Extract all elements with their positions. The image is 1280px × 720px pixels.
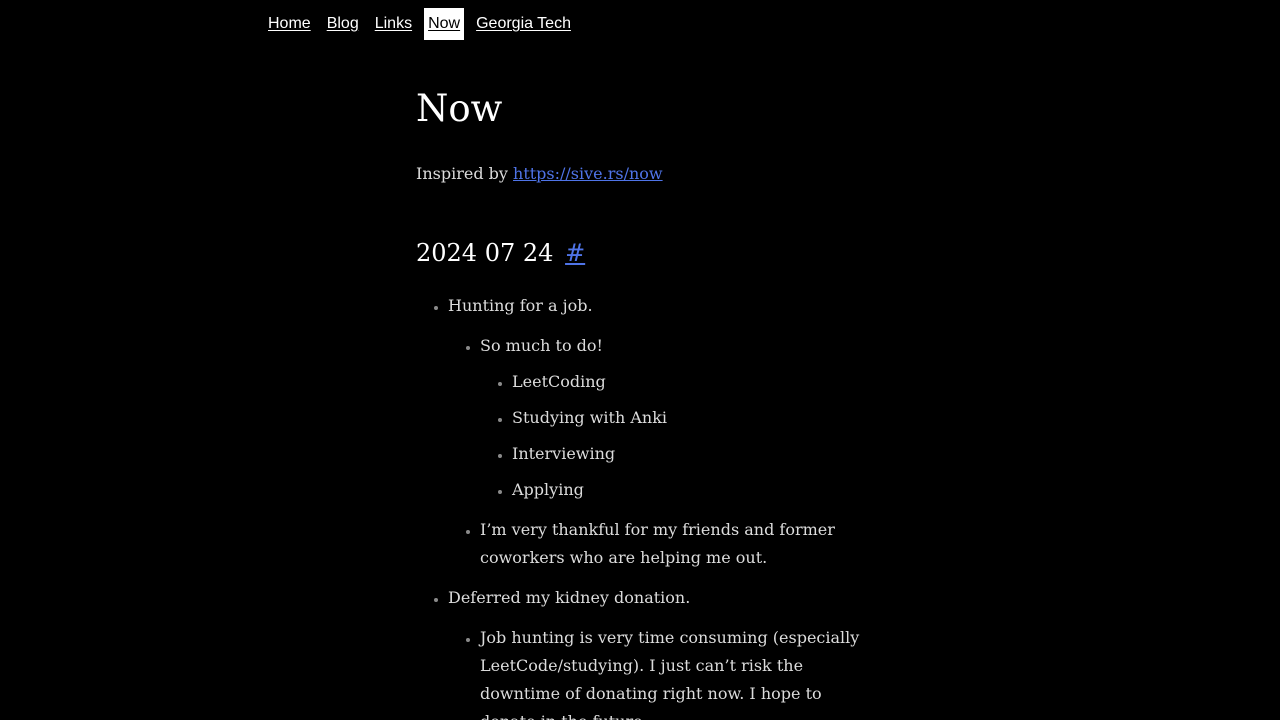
list-item-text: Deferred my kidney donation. xyxy=(448,588,691,607)
list-item-text: Interviewing xyxy=(512,444,616,463)
list-item-text: LeetCoding xyxy=(512,372,606,391)
inspired-line: Inspired by https://sive.rs/now xyxy=(416,163,663,185)
list-item: So much to do! LeetCoding Studying with … xyxy=(480,332,864,504)
nested-list: LeetCoding Studying with Anki Interviewi… xyxy=(480,368,864,504)
list-item: Deferred my kidney donation. Job hunting… xyxy=(448,584,864,720)
nav-link-now[interactable]: Now xyxy=(424,8,465,40)
list-item-text: So much to do! xyxy=(480,336,603,355)
list-item: Job hunting is very time consuming (espe… xyxy=(480,624,864,720)
list-item-text: Job hunting is very time consuming (espe… xyxy=(480,628,860,720)
entry-anchor-link[interactable]: # xyxy=(565,239,585,267)
entry-date-heading: 2024 07 24 # xyxy=(416,236,585,270)
nested-list: Job hunting is very time consuming (espe… xyxy=(448,624,864,720)
list-item-text: I’m very thankful for my friends and for… xyxy=(480,520,835,567)
list-item: Interviewing xyxy=(512,440,864,468)
entry-date: 2024 07 24 xyxy=(416,239,554,267)
list-item: LeetCoding xyxy=(512,368,864,396)
nav-link-georgia-tech[interactable]: Georgia Tech xyxy=(472,8,575,40)
nested-list: So much to do! LeetCoding Studying with … xyxy=(448,332,864,572)
nav-link-home[interactable]: Home xyxy=(264,8,315,40)
list-item: Applying xyxy=(512,476,864,504)
list-item-text: Applying xyxy=(512,480,584,499)
inspired-prefix: Inspired by xyxy=(416,164,514,183)
list-item-text: Studying with Anki xyxy=(512,408,668,427)
top-level-list: Hunting for a job. So much to do! LeetCo… xyxy=(416,292,864,720)
list-item: Studying with Anki xyxy=(512,404,864,432)
nav-link-blog[interactable]: Blog xyxy=(323,8,363,40)
entry-list: Hunting for a job. So much to do! LeetCo… xyxy=(416,292,864,720)
list-item: Hunting for a job. So much to do! LeetCo… xyxy=(448,292,864,572)
list-item-text: Hunting for a job. xyxy=(448,296,593,315)
inspired-link[interactable]: https://sive.rs/now xyxy=(513,164,663,183)
list-item: I’m very thankful for my friends and for… xyxy=(480,516,864,572)
page-title: Now xyxy=(416,87,503,130)
top-nav: Home Blog Links Now Georgia Tech xyxy=(264,8,583,40)
nav-link-links[interactable]: Links xyxy=(371,8,416,40)
